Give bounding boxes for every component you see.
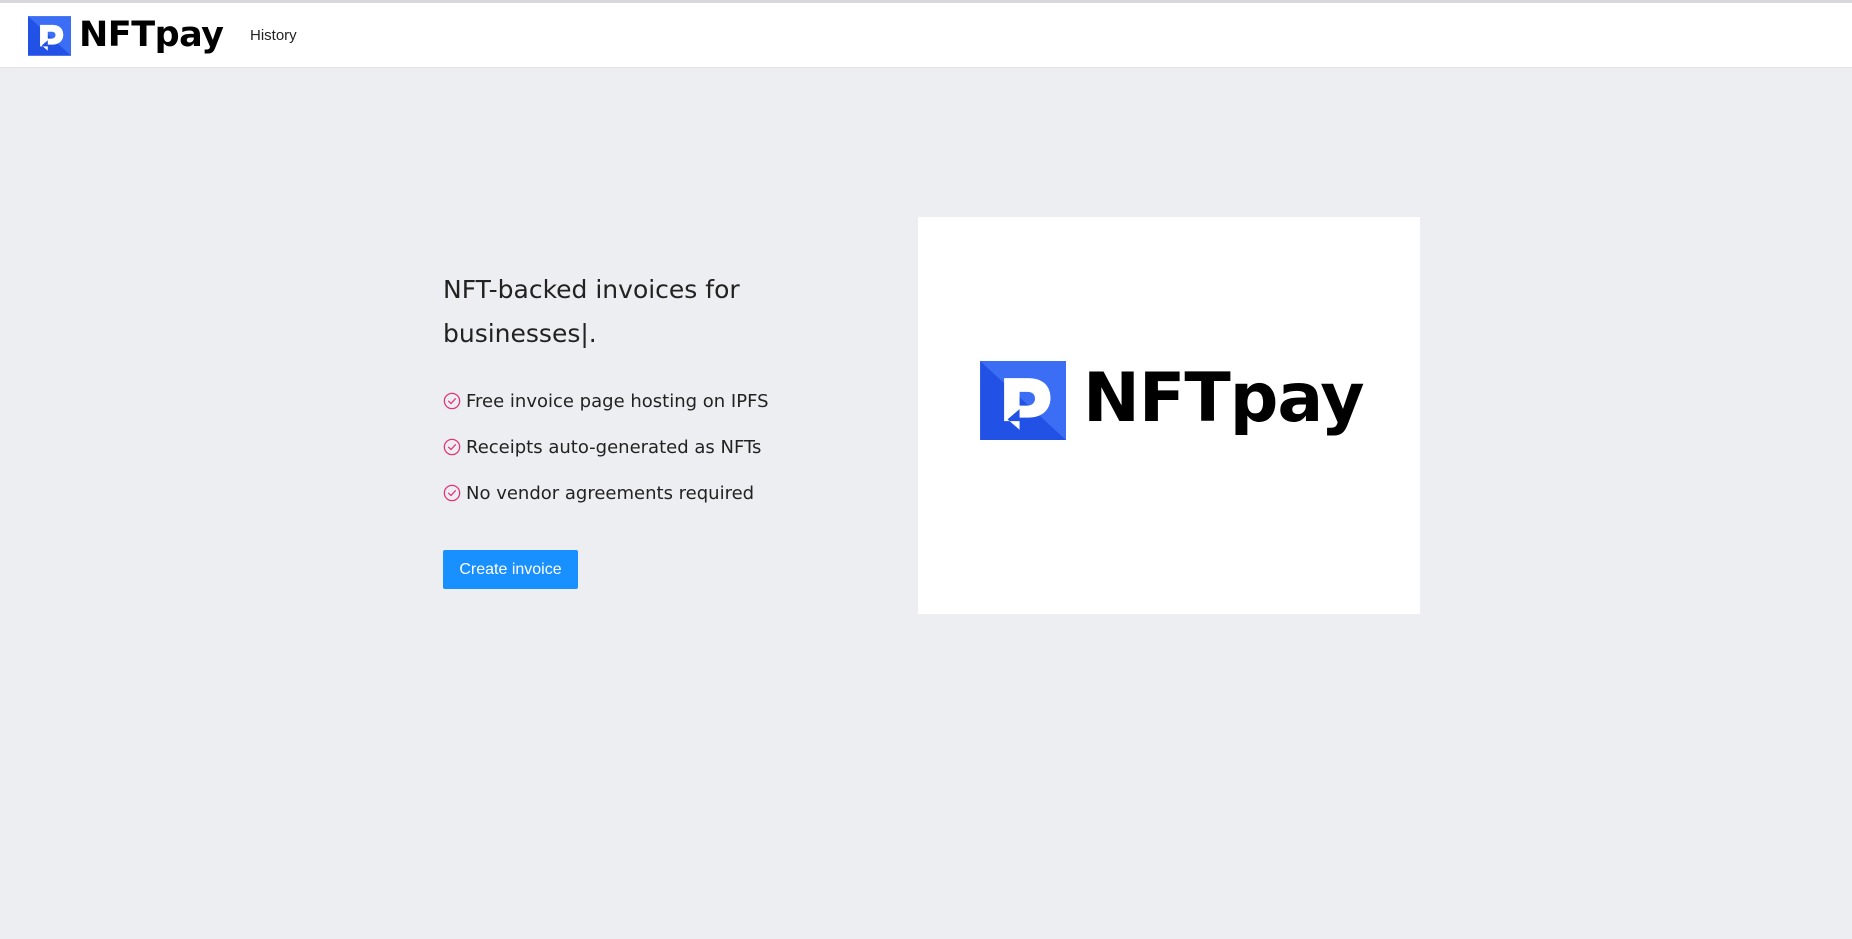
navbar: NFTpay History	[0, 3, 1852, 67]
check-circle-icon	[443, 484, 461, 502]
hero-text: NFT-backed invoices for businesses|. Fre…	[443, 268, 803, 516]
feature-label: Receipts auto-generated as NFTs	[466, 436, 762, 458]
create-invoice-button[interactable]: Create invoice	[443, 550, 578, 589]
nftpay-logo-icon	[28, 16, 71, 56]
brand-name: NFTpay	[1083, 358, 1365, 438]
feature-item: Receipts auto-generated as NFTs	[443, 424, 803, 470]
brand-name: NFTpay	[79, 14, 224, 55]
check-circle-icon	[443, 438, 461, 456]
check-circle-icon	[443, 392, 461, 410]
feature-label: Free invoice page hosting on IPFS	[466, 390, 769, 412]
feature-item: Free invoice page hosting on IPFS	[443, 378, 803, 424]
hero-title: NFT-backed invoices for businesses|.	[443, 275, 740, 348]
nav-logo[interactable]: NFTpay	[28, 16, 224, 56]
hero-logo: NFTpay	[979, 358, 1365, 440]
feature-item: No vendor agreements required	[443, 470, 803, 516]
nftpay-logo-icon	[980, 361, 1066, 440]
feature-label: No vendor agreements required	[466, 482, 755, 504]
nav-history-link[interactable]: History	[250, 27, 297, 44]
feature-list: Free invoice page hosting on IPFS Receip…	[443, 378, 803, 516]
hero-logo-card: NFTpay	[918, 217, 1420, 614]
